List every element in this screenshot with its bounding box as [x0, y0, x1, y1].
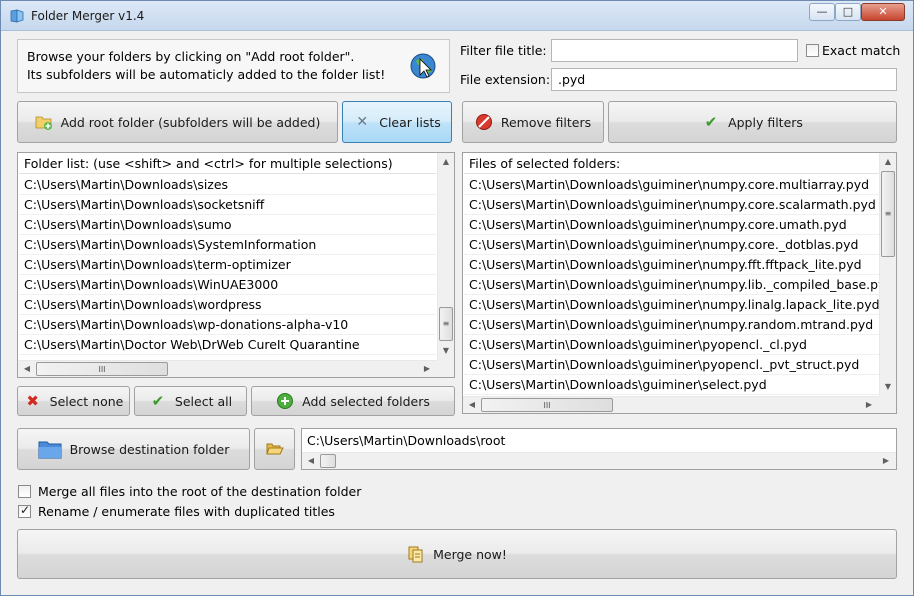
scroll-down-arrow[interactable]: ▼ [880, 379, 896, 395]
list-item[interactable]: C:\Users\Martin\Downloads\wp-donations-a… [19, 315, 436, 335]
no-entry-icon [475, 114, 492, 130]
list-item[interactable]: C:\Users\Martin\Downloads\guiminer\numpy… [464, 275, 893, 295]
merge-now-label: Merge now! [433, 546, 507, 562]
list-item[interactable]: C:\Users\Martin\Downloads\guiminer\pyope… [464, 355, 879, 375]
list-item[interactable]: C:\Users\Martin\Downloads\guiminer\numpy… [464, 255, 879, 275]
add-selected-folders-label: Add selected folders [302, 393, 430, 409]
folder-list-vscrollbar[interactable]: ▲ ≡ ▼ [437, 153, 454, 360]
select-none-label: Select none [49, 393, 124, 409]
scroll-thumb[interactable]: III [36, 362, 168, 376]
check-icon: ✔ [704, 112, 718, 131]
remove-filters-button[interactable]: Remove filters [462, 101, 604, 143]
scroll-right-arrow[interactable]: ▶ [878, 453, 894, 469]
scroll-down-arrow[interactable]: ▼ [438, 343, 454, 359]
select-all-button[interactable]: ✔ Select all [134, 386, 247, 416]
list-item[interactable]: C:\Users\Martin\Downloads\wordpress [19, 295, 436, 315]
file-extension-input[interactable]: .pyd [551, 68, 897, 91]
select-all-label: Select all [174, 393, 233, 409]
file-list-hscrollbar[interactable]: ◀ III ▶ [463, 396, 879, 413]
remove-filters-label: Remove filters [500, 114, 592, 130]
browse-destination-label: Browse destination folder [69, 441, 230, 457]
rename-duplicates-label: Rename / enumerate files with duplicated… [38, 504, 335, 519]
scroll-corner [879, 396, 896, 413]
merge-root-label: Merge all files into the root of the des… [38, 484, 362, 499]
info-line-1: Browse your folders by clicking on "Add … [27, 49, 355, 64]
blue-folder-icon [38, 441, 62, 459]
filter-title-input[interactable] [551, 39, 798, 62]
folder-list-header: Folder list: (use <shift> and <ctrl> for… [19, 154, 436, 174]
exact-match-checkbox[interactable] [806, 44, 819, 57]
file-extension-label: File extension: [460, 72, 551, 87]
folder-add-icon [35, 116, 52, 130]
window-title: Folder Merger v1.4 [31, 9, 145, 23]
merge-now-button[interactable]: Merge now! [17, 529, 897, 579]
folder-list-hscrollbar[interactable]: ◀ III ▶ [18, 360, 437, 377]
file-list[interactable]: Files of selected folders: C:\Users\Mart… [462, 152, 897, 414]
list-item[interactable]: C:\Users\Martin\Downloads\sizes [19, 175, 436, 195]
maximize-button[interactable]: □ [835, 3, 861, 21]
scroll-thumb[interactable]: III [481, 398, 613, 412]
info-line-2: Its subfolders will be automaticly added… [27, 67, 386, 82]
folder-merge-icon [10, 9, 24, 23]
scroll-thumb[interactable] [320, 454, 336, 468]
scroll-thumb[interactable]: ≡ [881, 171, 895, 257]
list-item[interactable]: C:\Users\Martin\Downloads\guiminer\numpy… [464, 195, 879, 215]
list-item[interactable]: C:\Users\Martin\Downloads\guiminer\pyope… [464, 335, 879, 355]
scroll-thumb[interactable]: ≡ [439, 307, 453, 341]
globe-cursor-icon [410, 53, 436, 79]
green-plus-icon [277, 393, 294, 409]
merge-root-checkbox[interactable] [18, 485, 31, 498]
red-x-icon: ✖ [26, 391, 39, 410]
add-root-folder-button[interactable]: Add root folder (subfolders will be adde… [17, 101, 338, 143]
clear-lists-button[interactable]: ✕ Clear lists [342, 101, 452, 143]
destination-path-field[interactable]: C:\Users\Martin\Downloads\root ◀ ▶ [301, 428, 897, 470]
info-panel: Browse your folders by clicking on "Add … [17, 39, 450, 93]
filter-title-label: Filter file title: [460, 43, 547, 58]
list-item[interactable]: C:\Users\Martin\Downloads\SystemInformat… [19, 235, 436, 255]
list-item[interactable]: C:\Users\Martin\Downloads\WinUAE3000 [19, 275, 436, 295]
title-bar[interactable]: Folder Merger v1.4 — □ ✕ [1, 1, 913, 31]
minimize-button[interactable]: — [809, 3, 835, 21]
rename-duplicates-checkbox[interactable] [18, 503, 31, 518]
app-window: Folder Merger v1.4 — □ ✕ Browse your fol… [0, 0, 914, 596]
file-list-vscrollbar[interactable]: ▲ ≡ ▼ [879, 153, 896, 396]
apply-filters-label: Apply filters [728, 114, 803, 130]
add-root-folder-label: Add root folder (subfolders will be adde… [60, 114, 321, 130]
destination-hscrollbar[interactable]: ◀ ▶ [302, 452, 896, 469]
green-check-icon: ✔ [151, 391, 165, 410]
scroll-left-arrow[interactable]: ◀ [464, 397, 480, 413]
list-item[interactable]: C:\Users\Martin\Downloads\term-optimizer [19, 255, 436, 275]
scroll-up-arrow[interactable]: ▲ [880, 154, 896, 170]
folder-open-icon [265, 443, 284, 455]
scroll-right-arrow[interactable]: ▶ [861, 397, 877, 413]
add-selected-folders-button[interactable]: Add selected folders [251, 386, 455, 416]
open-folder-button[interactable] [254, 428, 295, 470]
exact-match-label: Exact match [822, 43, 901, 58]
scroll-left-arrow[interactable]: ◀ [19, 361, 35, 377]
list-item[interactable]: C:\Users\Martin\Downloads\guiminer\numpy… [464, 235, 879, 255]
folder-list[interactable]: Folder list: (use <shift> and <ctrl> for… [17, 152, 455, 378]
scroll-corner [437, 360, 454, 377]
scroll-right-arrow[interactable]: ▶ [419, 361, 435, 377]
list-item[interactable]: C:\Users\Martin\Downloads\guiminer\selec… [464, 375, 879, 395]
browse-destination-button[interactable]: Browse destination folder [17, 428, 250, 470]
list-item[interactable]: C:\Users\Martin\Downloads\sumo [19, 215, 436, 235]
x-icon: ✕ [356, 114, 369, 130]
scroll-up-arrow[interactable]: ▲ [438, 154, 454, 170]
select-none-button[interactable]: ✖ Select none [17, 386, 130, 416]
list-item[interactable]: C:\Users\Martin\Downloads\guiminer\numpy… [464, 175, 879, 195]
list-item[interactable]: C:\Users\Martin\Downloads\guiminer\numpy… [464, 215, 879, 235]
clear-lists-label: Clear lists [379, 114, 441, 130]
client-area: Browse your folders by clicking on "Add … [1, 31, 913, 595]
close-button[interactable]: ✕ [861, 3, 905, 21]
list-item[interactable]: C:\Users\Martin\Doctor Web\DrWeb CureIt … [19, 335, 436, 355]
list-item[interactable]: C:\Users\Martin\Downloads\guiminer\numpy… [464, 295, 880, 315]
destination-path-text: C:\Users\Martin\Downloads\root [307, 433, 506, 448]
merge-files-icon [408, 546, 423, 563]
list-item[interactable]: C:\Users\Martin\Downloads\socketsniff [19, 195, 436, 215]
file-list-header: Files of selected folders: [464, 154, 879, 174]
apply-filters-button[interactable]: ✔ Apply filters [608, 101, 897, 143]
list-item[interactable]: C:\Users\Martin\Downloads\guiminer\numpy… [464, 315, 879, 335]
scroll-left-arrow[interactable]: ◀ [303, 453, 319, 469]
